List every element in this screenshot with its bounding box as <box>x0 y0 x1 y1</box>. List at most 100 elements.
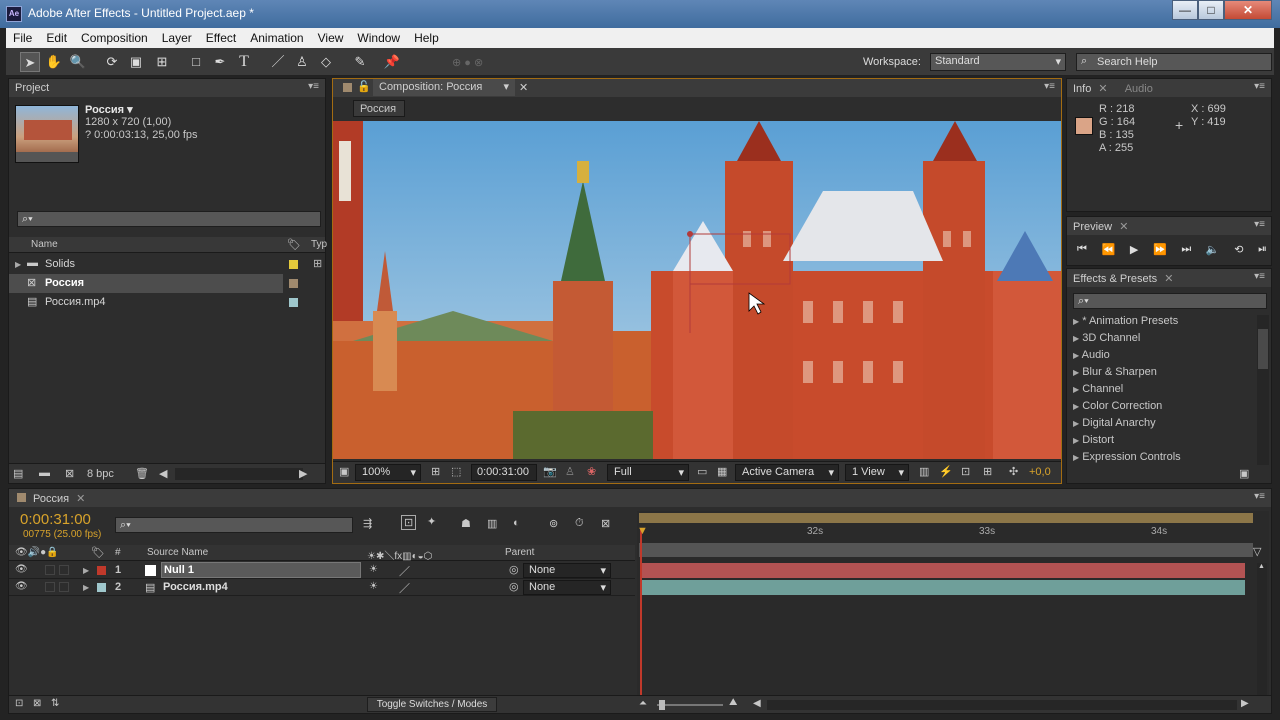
layer-duration-bar[interactable] <box>641 580 1245 595</box>
eye-icon[interactable]: 👁 <box>15 564 28 575</box>
label-color-swatch[interactable] <box>97 566 106 575</box>
layer-name[interactable]: Россия.mp4 <box>163 581 228 593</box>
quality-switch-icon[interactable]: ／ <box>399 563 410 579</box>
minimize-button[interactable]: — <box>1172 0 1198 20</box>
search-help-input[interactable]: ⌕ Search Help <box>1076 53 1272 71</box>
menu-view[interactable]: View <box>311 28 351 48</box>
view-layout-select[interactable]: 1 View ▾ <box>845 464 909 481</box>
new-preset-icon[interactable]: ▣ <box>1239 467 1249 480</box>
toggle-pixel-aspect-icon[interactable]: ▥ <box>919 465 929 478</box>
menu-layer[interactable]: Layer <box>155 28 199 48</box>
menu-edit[interactable]: Edit <box>39 28 74 48</box>
pan-behind-tool-icon[interactable]: ⊞ <box>152 52 172 72</box>
panel-menu-icon[interactable]: ▾≡ <box>1044 81 1055 92</box>
maximize-button[interactable]: □ <box>1198 0 1224 20</box>
tab-composition[interactable]: Composition: Россия ▾ <box>373 79 515 96</box>
column-number-header[interactable]: # <box>115 547 121 558</box>
timeline-layer-row[interactable]: 👁 ▶ 2 ▤ Россия.mp4 ☀ ／ ◎ None ▾ <box>9 579 635 596</box>
effects-item[interactable]: ▶ 3D Channel <box>1067 330 1253 347</box>
solo-toggle[interactable] <box>45 582 55 592</box>
new-folder-icon[interactable]: ▬ <box>39 467 50 479</box>
tab-effects-presets[interactable]: Effects & Presets <box>1073 273 1157 285</box>
column-source-name-header[interactable]: Source Name <box>147 547 208 558</box>
comp-marker-bin-icon[interactable]: ▽ <box>1253 545 1261 558</box>
work-area-bar[interactable] <box>639 513 1253 523</box>
workspace-select[interactable]: Standard ▾ <box>930 53 1066 71</box>
close-tab-icon[interactable]: ✕ <box>1164 273 1173 285</box>
comp-mini-flowchart-icon[interactable]: ⇶ <box>363 517 372 530</box>
loop-icon[interactable]: ⟲ <box>1234 243 1243 256</box>
effects-item[interactable]: ▶ Audio <box>1067 347 1253 364</box>
interpret-footage-icon[interactable]: ▤ <box>13 467 23 480</box>
eraser-tool-icon[interactable]: ◇ <box>316 52 336 72</box>
quality-switch-icon[interactable]: ／ <box>399 580 410 596</box>
zoom-out-icon[interactable]: ⏶ <box>639 698 647 709</box>
menu-window[interactable]: Window <box>350 28 407 48</box>
scroll-left-icon[interactable]: ◀ <box>159 467 167 480</box>
close-tab-icon[interactable]: ✕ <box>1098 83 1107 95</box>
timeline-link-icon[interactable]: ⊡ <box>961 465 970 478</box>
toggle-switches-modes-button[interactable]: Toggle Switches / Modes <box>367 697 497 712</box>
puppet-pin-tool-icon[interactable]: 📌 <box>382 52 402 72</box>
play-icon[interactable]: ▶ <box>1130 243 1138 256</box>
effects-item[interactable]: ▶ * Animation Presets <box>1067 313 1253 330</box>
panel-menu-icon[interactable]: ▾≡ <box>1254 219 1265 230</box>
draft-3d-icon[interactable]: ✦ <box>427 515 436 528</box>
effects-item[interactable]: ▶ Distort <box>1067 432 1253 449</box>
previous-frame-icon[interactable]: ⏪ <box>1102 243 1116 256</box>
current-time-display[interactable]: 0:00:31:00 <box>471 464 537 481</box>
type-tool-icon[interactable]: T <box>234 52 254 72</box>
transparency-grid-icon[interactable]: ▦ <box>717 465 727 478</box>
layer-duration-bar[interactable] <box>641 563 1245 578</box>
label-color-swatch[interactable] <box>289 279 298 288</box>
lock-toggle[interactable] <box>59 565 69 575</box>
layer-name-field[interactable]: Null 1 <box>161 562 361 578</box>
tab-project[interactable]: Project <box>15 82 49 94</box>
expand-triangle-icon[interactable]: ▶ <box>83 566 89 575</box>
rotate-tool-icon[interactable]: ⟳ <box>102 52 122 72</box>
in-out-panes-icon[interactable]: ⇅ <box>51 698 59 709</box>
bit-depth-button[interactable]: 8 bpc <box>87 468 114 480</box>
vertical-scrollbar[interactable] <box>1257 315 1269 465</box>
composition-viewer[interactable] <box>333 121 1061 459</box>
panel-menu-icon[interactable]: ▾≡ <box>1254 491 1265 502</box>
tab-audio[interactable]: Audio <box>1125 83 1153 95</box>
always-preview-icon[interactable]: ▣ <box>339 465 349 478</box>
fast-previews-icon[interactable]: ▭ <box>697 465 707 478</box>
rectangle-tool-icon[interactable]: □ <box>186 52 206 72</box>
timeline-search-input[interactable]: ⌕▾ <box>115 517 353 533</box>
lock-icon[interactable]: 🔓 <box>357 80 371 93</box>
menu-help[interactable]: Help <box>407 28 446 48</box>
lock-toggle[interactable] <box>59 582 69 592</box>
effects-item[interactable]: ▶ Expression Controls <box>1067 449 1253 466</box>
auto-keyframe-icon[interactable]: ⏱ <box>575 517 584 530</box>
close-tab-icon[interactable]: ✕ <box>76 493 85 505</box>
panel-menu-icon[interactable]: ▾≡ <box>308 81 319 92</box>
label-color-swatch[interactable] <box>289 260 298 269</box>
shy-switch-icon[interactable]: ☀ <box>369 564 378 575</box>
expand-triangle-icon[interactable]: ▶ <box>15 260 21 269</box>
menu-file[interactable]: File <box>6 28 39 48</box>
label-tag-icon[interactable]: 🏷 <box>287 238 301 251</box>
time-ruler[interactable]: 32s 33s 34s <box>637 523 1253 541</box>
menu-composition[interactable]: Composition <box>74 28 155 48</box>
menu-effect[interactable]: Effect <box>199 28 243 48</box>
tab-info[interactable]: Info <box>1073 83 1091 95</box>
scroll-up-icon[interactable]: ▲ <box>1258 563 1265 570</box>
zoom-navigator-bar[interactable] <box>639 543 1253 557</box>
reset-exposure-icon[interactable]: ✣ <box>1009 465 1018 478</box>
effects-search-input[interactable]: ⌕▾ <box>1073 293 1267 309</box>
effects-item[interactable]: ▶ Digital Anarchy <box>1067 415 1253 432</box>
pen-tool-icon[interactable]: ✒ <box>210 52 230 72</box>
tab-timeline[interactable]: Россия <box>33 493 69 505</box>
magnification-select[interactable]: 100% ▾ <box>355 464 421 481</box>
vertical-scrollbar[interactable]: ▲ ▼ <box>1257 563 1267 701</box>
label-color-swatch[interactable] <box>289 298 298 307</box>
close-button[interactable]: ✕ <box>1224 0 1272 20</box>
label-tag-icon[interactable]: 🏷 <box>91 546 105 559</box>
horizontal-scrollbar[interactable] <box>175 468 303 480</box>
comp-navigator-tab[interactable]: Россия <box>353 100 405 117</box>
resolution-select[interactable]: Full ▾ <box>607 464 689 481</box>
label-color-swatch[interactable] <box>97 583 106 592</box>
motion-blur-icon[interactable]: ◐ <box>513 517 520 529</box>
